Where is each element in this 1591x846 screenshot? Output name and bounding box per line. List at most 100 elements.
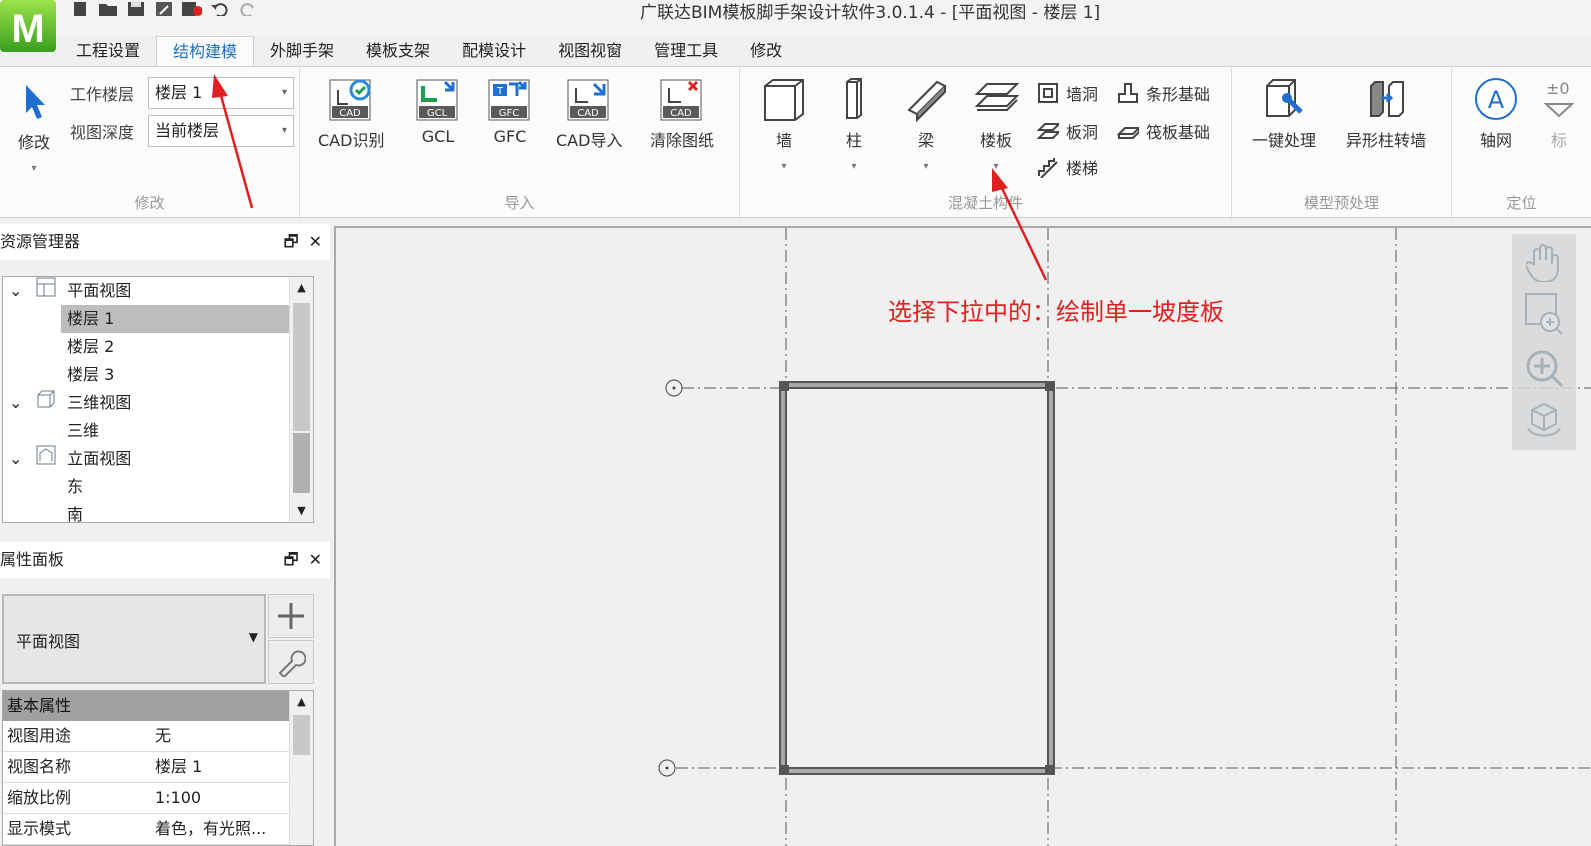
slab-opening-icon [1036, 119, 1060, 143]
stair-button[interactable]: 楼梯 [1036, 155, 1098, 179]
scroll-track[interactable] [293, 433, 310, 493]
tab-formwork-design[interactable]: 配模设计 [446, 36, 542, 66]
scroll-down-icon[interactable]: ▼ [290, 500, 313, 522]
property-row[interactable]: 视图用途无 [3, 721, 291, 752]
tab-structural-modeling[interactable]: 结构建模 [156, 36, 255, 66]
redo-icon[interactable] [238, 0, 258, 16]
gfc-icon: T GFC [486, 75, 534, 123]
property-row[interactable]: 视图名称 楼层 1 [3, 752, 291, 783]
pan-hand-icon[interactable] [1524, 242, 1562, 286]
plan-drawing: 选择下拉中的：绘制单一坡度板 [658, 228, 1591, 846]
restore-window-icon[interactable]: 🗗 [284, 224, 299, 260]
wall-opening-button[interactable]: 墙洞 [1036, 81, 1098, 105]
column-marker [1045, 765, 1055, 775]
ribbon-group-import: CAD CAD识别 GCL GCL T GFC GFC CAD CAD导入 CA… [300, 67, 740, 219]
scroll-up-icon[interactable]: ▲ [290, 691, 313, 713]
tree-node-3d[interactable]: 三维 [67, 417, 99, 445]
column-button[interactable]: 柱 ▾ [830, 75, 878, 172]
close-file-icon[interactable] [182, 0, 202, 16]
label-button[interactable]: ±0 标 [1544, 75, 1574, 151]
tab-formwork-support[interactable]: 模板支架 [350, 36, 446, 66]
slab-button[interactable]: 楼板 ▾ [972, 75, 1020, 172]
tab-project-settings[interactable]: 工程设置 [60, 36, 156, 66]
chevron-down-icon: ▾ [281, 125, 287, 136]
cursor-arrow-icon [14, 81, 54, 125]
chevron-down-icon[interactable]: ⌄ [9, 445, 31, 473]
tree-node-east[interactable]: 东 [67, 473, 83, 501]
chevron-down-icon: ▾ [281, 87, 287, 98]
tree-scrollbar[interactable]: ▲ ▼ [289, 277, 313, 522]
wall-outline[interactable] [779, 381, 1055, 775]
quick-access-toolbar [70, 0, 258, 18]
chevron-down-icon[interactable]: ⌄ [9, 277, 31, 305]
edit-type-button[interactable] [268, 640, 314, 684]
tree-node-elevation-views[interactable]: ⌄ 立面视图 [9, 445, 131, 473]
dropdown-arrow-icon[interactable]: ▾ [31, 163, 36, 174]
gfc-button[interactable]: T GFC GFC [486, 75, 534, 146]
elevation-mark-icon: ±0 [1544, 75, 1574, 123]
tree-node-floor-1[interactable]: 楼层 1 [61, 305, 289, 333]
restore-window-icon[interactable]: 🗗 [284, 542, 299, 578]
zoom-window-icon[interactable] [1524, 292, 1564, 340]
zoom-in-icon[interactable] [1524, 348, 1564, 396]
scroll-up-icon[interactable]: ▲ [290, 277, 313, 299]
beam-icon [902, 75, 950, 123]
dropdown-arrow-icon[interactable]: ▾ [923, 161, 928, 172]
open-folder-icon[interactable] [98, 0, 118, 16]
svg-text:±0: ±0 [1546, 79, 1570, 98]
scroll-thumb[interactable] [293, 303, 310, 431]
column-marker [779, 765, 789, 775]
beam-button[interactable]: 梁 ▾ [902, 75, 950, 172]
tab-modify[interactable]: 修改 [734, 36, 798, 66]
tab-view-window[interactable]: 视图视窗 [542, 36, 638, 66]
add-type-button[interactable] [268, 594, 314, 638]
new-file-icon[interactable] [70, 0, 90, 16]
one-click-process-button[interactable]: 一键处理 [1252, 75, 1316, 151]
cad-import-button[interactable]: CAD CAD导入 [556, 75, 622, 151]
view-depth-select[interactable]: 当前楼层 ▾ [148, 115, 294, 147]
clear-drawing-button[interactable]: CAD 清除图纸 [650, 75, 714, 151]
tab-external-scaffold[interactable]: 外脚手架 [254, 36, 350, 66]
tree-node-floor-3[interactable]: 楼层 3 [67, 361, 114, 389]
save-icon[interactable] [126, 0, 146, 16]
tree-node-plan-views[interactable]: ⌄ 平面视图 [9, 277, 131, 305]
work-floor-select[interactable]: 楼层 1 ▾ [148, 77, 294, 109]
modify-button[interactable]: 修改 ▾ [14, 81, 54, 174]
gcl-button[interactable]: GCL GCL [414, 75, 462, 146]
orbit-3d-icon[interactable] [1524, 400, 1564, 448]
property-section-header[interactable]: 基本属性 [3, 691, 291, 721]
axis-grid-button[interactable]: A 轴网 [1472, 75, 1520, 151]
property-scrollbar[interactable]: ▲ [289, 691, 313, 845]
strip-foundation-button[interactable]: 条形基础 [1116, 81, 1210, 105]
close-icon[interactable]: ✕ [309, 542, 322, 578]
irregular-column-to-wall-button[interactable]: 异形柱转墙 [1346, 75, 1426, 151]
ribbon-group-concrete: 墙 ▾ 柱 ▾ 梁 ▾ 楼板 ▾ 墙洞 板洞 楼梯 条形基础 筏板基础 混凝土构… [740, 67, 1232, 219]
wrench-icon [278, 650, 306, 677]
undo-icon[interactable] [210, 0, 230, 16]
chevron-down-icon[interactable]: ⌄ [9, 389, 31, 417]
property-row[interactable]: 缩放比例 1:100 [3, 783, 291, 814]
cad-recognize-button[interactable]: CAD CAD识别 [318, 75, 384, 151]
dropdown-arrow-icon[interactable]: ▾ [993, 161, 998, 172]
title-bar: 广联达BIM模板脚手架设计软件3.0.1.4 - [平面视图 - 楼层 1] [0, 0, 1591, 36]
close-icon[interactable]: ✕ [309, 224, 322, 260]
drawing-canvas[interactable]: 选择下拉中的：绘制单一坡度板 [334, 226, 1591, 846]
window-title: 广联达BIM模板脚手架设计软件3.0.1.4 - [平面视图 - 楼层 1] [640, 3, 1101, 23]
tree-node-south[interactable]: 南 [67, 501, 83, 522]
wall-opening-icon [1036, 81, 1060, 105]
wall-button[interactable]: 墙 ▾ [760, 75, 808, 172]
group-label-concrete: 混凝土构件 [947, 194, 1023, 212]
axis-grid-icon: A [1472, 75, 1520, 123]
tree-node-floor-2[interactable]: 楼层 2 [67, 333, 114, 361]
dropdown-arrow-icon[interactable]: ▾ [781, 161, 786, 172]
slab-opening-button[interactable]: 板洞 [1036, 119, 1098, 143]
property-row[interactable]: 显示模式 着色，有光照... [3, 814, 291, 845]
save-as-icon[interactable] [154, 0, 174, 16]
tab-management-tools[interactable]: 管理工具 [638, 36, 734, 66]
ribbon: 修改 ▾ 工作楼层 楼层 1 ▾ 视图深度 当前楼层 ▾ 修改 CAD CAD识… [0, 66, 1591, 219]
raft-foundation-button[interactable]: 筏板基础 [1116, 119, 1210, 143]
tree-node-3d-views[interactable]: ⌄ 三维视图 [9, 389, 131, 417]
dropdown-arrow-icon[interactable]: ▾ [851, 161, 856, 172]
scroll-thumb[interactable] [293, 715, 310, 755]
property-type-select[interactable]: 平面视图 ▼ [2, 594, 266, 684]
